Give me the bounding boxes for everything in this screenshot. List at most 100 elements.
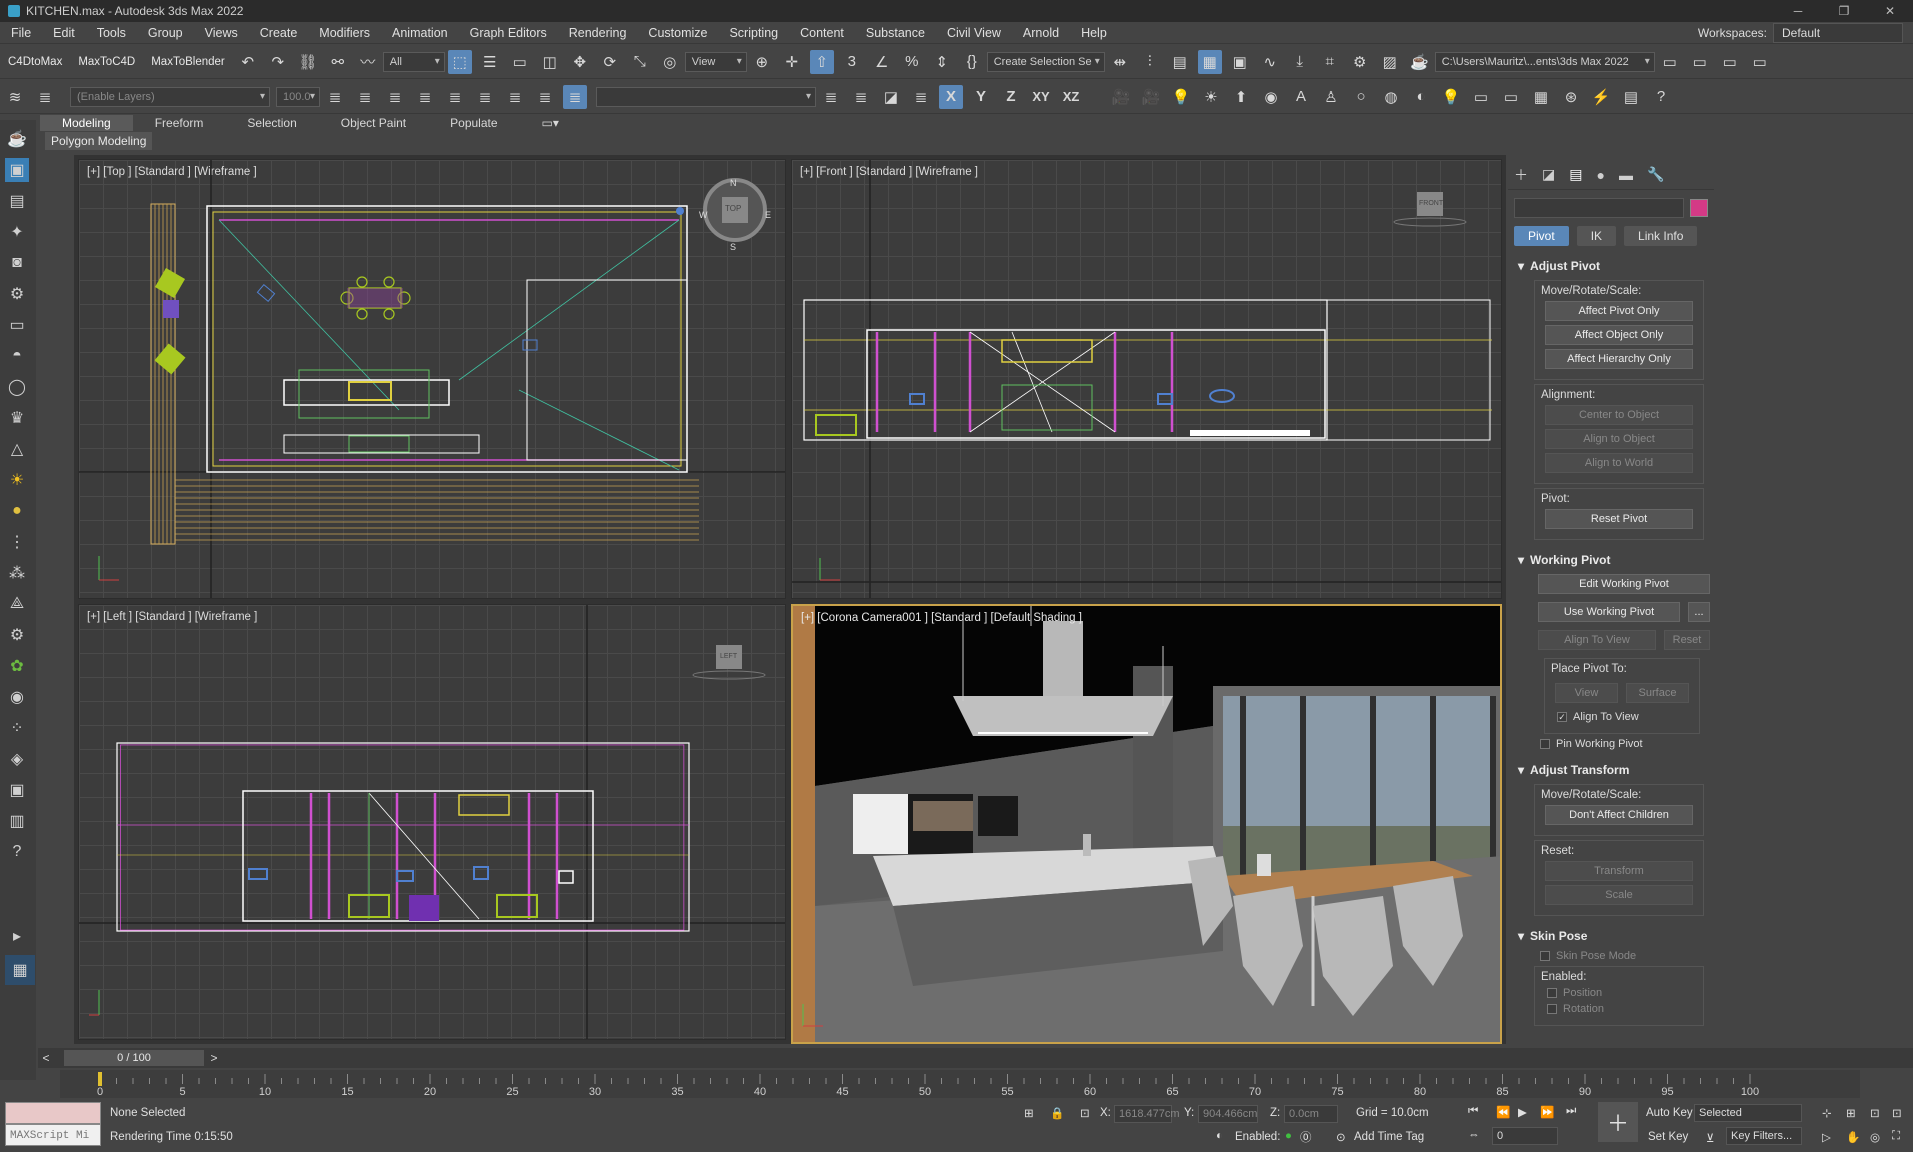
affect-pivot-only-button[interactable]: Affect Pivot Only [1545,301,1693,321]
menu-edit[interactable]: Edit [42,26,86,40]
render-setup-icon[interactable]: ⚙ [1348,50,1372,74]
goto-end-icon[interactable]: ⏭ [1566,1105,1576,1118]
viewport-layout-icon[interactable]: ▦ [5,955,35,985]
key-filters-button[interactable]: Key Filters... [1726,1127,1802,1145]
layer-tool-4-icon[interactable]: ≣ [413,85,437,109]
layer-explorer-icon[interactable]: ▦ [1197,49,1222,74]
corona-converter-icon[interactable]: ▦ [1529,85,1553,109]
menu-animation[interactable]: Animation [381,26,459,40]
material-grid-icon[interactable]: ⁘ [5,716,29,740]
working-pivot-header[interactable]: ▾ Working Pivot [1514,550,1714,570]
angle-snap-icon[interactable]: ∠ [870,50,894,74]
axis-z-icon[interactable]: Z [999,85,1023,109]
project-path-dropdown[interactable]: C:\Users\Mauritz\...ents\3ds Max 2022 [1434,51,1655,72]
layer-tool-1-icon[interactable]: ≣ [323,85,347,109]
layer-tool-3-icon[interactable]: ≣ [383,85,407,109]
viewport-front[interactable]: [+] [Front ] [Standard ] [Wireframe ] FR… [791,159,1502,599]
menu-arnold[interactable]: Arnold [1012,26,1070,40]
percent-snap-icon[interactable]: % [900,50,924,74]
sphere-icon[interactable]: ◯ [5,375,29,399]
scene-explorer-icon[interactable]: ▤ [1168,50,1192,74]
reset-transform-button[interactable]: Transform [1545,861,1693,881]
create-selection-set-dropdown[interactable]: Create Selection Se [986,51,1105,72]
place-icon[interactable]: ◎ [658,50,682,74]
clipboard-icon[interactable]: ▥ [5,809,29,833]
edit-named-selection-icon[interactable]: {} [960,50,984,74]
plane-icon[interactable]: ▭ [5,313,29,337]
field-of-view-icon[interactable]: ▷ [1822,1130,1831,1144]
menu-modifiers[interactable]: Modifiers [308,26,381,40]
viewport-top[interactable]: [+] [Top ] [Standard ] [Wireframe ] N S … [78,159,786,599]
viewcube-left-face[interactable]: LEFT [720,653,737,660]
project-save-icon[interactable]: ▭ [1748,50,1772,74]
helpers-icon[interactable]: ⚙ [5,282,29,306]
scale-icon[interactable]: ⤡ [628,50,652,74]
undo-icon[interactable]: ↶ [236,50,260,74]
layer-stack-icon[interactable]: ≣ [33,85,57,109]
window-crossing-icon[interactable]: ◫ [538,50,562,74]
set-key-big-icon[interactable]: ＋ [1598,1102,1638,1142]
help-icon[interactable]: ? [1649,85,1673,109]
working-pivot-options-button[interactable]: ... [1688,602,1710,622]
edit-working-pivot-button[interactable]: Edit Working Pivot [1538,574,1710,594]
tab-populate[interactable]: Populate [428,115,519,131]
move-icon[interactable]: ✥ [568,50,592,74]
grid-icon[interactable]: ⋮ [5,530,29,554]
c4d-to-max-button[interactable]: C4DtoMax [0,56,70,68]
render-icon[interactable]: ▤ [5,189,29,213]
corona-bonus-icon[interactable]: ♙ [1319,85,1343,109]
working-pivot-reset-button[interactable]: Reset [1664,630,1710,650]
plant-icon[interactable]: ✿ [5,654,29,678]
crown-icon[interactable]: ♛ [5,406,29,430]
schematic-view-icon[interactable]: ⌗ [1318,50,1342,74]
motion-tab-icon[interactable]: ● [1596,167,1604,183]
enable-layers-dropdown[interactable]: (Enable Layers) [70,86,270,107]
axis-x-icon[interactable]: X [939,84,963,109]
curve-editor-icon[interactable]: ∿ [1258,50,1282,74]
menu-tools[interactable]: Tools [86,26,137,40]
transform-gizmo-icon[interactable]: ✛ [780,50,804,74]
menu-rendering[interactable]: Rendering [558,26,638,40]
tab-object-paint[interactable]: Object Paint [319,115,428,131]
render-frame-icon[interactable]: ◈ [5,747,29,771]
center-to-object-button[interactable]: Center to Object [1545,405,1693,425]
next-frame-icon[interactable]: > [206,1051,222,1065]
time-slider[interactable]: 0 / 100 [64,1050,204,1066]
layer-tool-7-icon[interactable]: ≣ [503,85,527,109]
align-icon[interactable]: ⫶ [1138,50,1162,74]
axis-xy-icon[interactable]: XY [1029,85,1053,109]
particles-icon[interactable]: ⁂ [5,561,29,585]
corona-sun-icon[interactable]: ☀ [1199,85,1223,109]
next-key-icon[interactable]: ⏩ [1540,1105,1554,1119]
affect-object-only-button[interactable]: Affect Object Only [1545,325,1693,345]
snaps-toggle-icon[interactable]: 3 [840,50,864,74]
ribbon-toggle-icon[interactable]: ▣ [1228,50,1252,74]
corona-ipr-icon[interactable]: 🎥 [1139,85,1163,109]
ball-icon[interactable]: ● [5,499,29,523]
current-frame-field[interactable]: 0 [1492,1127,1558,1145]
unlink-icon[interactable]: ⚯ [326,50,350,74]
maxscript-listener-field[interactable] [5,1102,101,1124]
viewport-left[interactable]: [+] [Left ] [Standard ] [Wireframe ] LEF… [78,604,786,1040]
cone-icon[interactable]: △ [5,437,29,461]
bind-space-warp-icon[interactable]: 〰 [356,50,380,74]
zoom-extents-all-icon[interactable]: ⊡ [1892,1106,1902,1120]
layer-manager-icon[interactable]: ≣ [563,84,587,109]
select-by-name-icon[interactable]: ☰ [478,50,502,74]
menu-graph-editors[interactable]: Graph Editors [459,26,558,40]
project-new-icon[interactable]: ▭ [1688,50,1712,74]
key-mode-icon[interactable]: ⇔ [1468,1129,1480,1141]
axis-xz-icon[interactable]: XZ [1059,85,1083,109]
pivot-center-icon[interactable]: ⊕ [750,50,774,74]
minimize-button[interactable]: ─ [1775,0,1821,22]
polygon-modeling-panel[interactable]: Polygon Modeling [45,132,153,150]
menu-scripting[interactable]: Scripting [718,26,789,40]
time-tag-toggle-icon[interactable]: ⓪ [1300,1129,1312,1145]
layer-hide-icon[interactable]: ≣ [909,85,933,109]
display-icon[interactable]: ▣ [5,778,29,802]
utilities-tab-icon[interactable]: 🔧 [1647,166,1664,183]
modify-tab-icon[interactable]: ◪ [1542,166,1555,183]
rect-selection-icon[interactable]: ▭ [508,50,532,74]
corona-scatter-icon[interactable]: ⊛ [1559,85,1583,109]
x-coordinate-field[interactable]: 1618.477cm [1114,1105,1180,1123]
